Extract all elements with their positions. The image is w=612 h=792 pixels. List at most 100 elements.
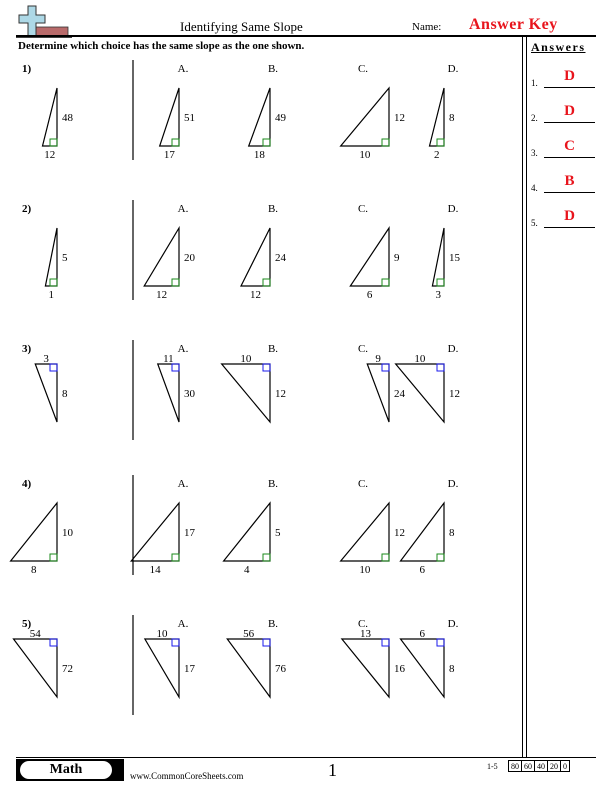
choice-letter: D.: [448, 618, 459, 630]
triangle: [44, 227, 58, 287]
triangle: [349, 226, 390, 287]
problem-number: 3): [22, 343, 32, 355]
right-angle-mark: [49, 278, 58, 287]
right-angle-mark: [171, 138, 180, 147]
triangle: [129, 501, 180, 562]
triangle: [240, 227, 271, 287]
problems-area: 1)1248A.1751B.1849C.1012D.282)15A.1220B.…: [9, 60, 461, 715]
right-angle-mark: [49, 553, 58, 562]
right-angle-mark: [381, 363, 390, 372]
rise-label: 24: [394, 388, 406, 400]
problem-number: 1): [22, 63, 32, 75]
choice-letter: A.: [178, 618, 189, 630]
right-angle-mark: [262, 138, 271, 147]
run-label: 1: [48, 289, 54, 301]
choice-letter: D.: [448, 343, 459, 355]
website-label: www.CommonCoreSheets.com: [130, 771, 244, 781]
rise-label: 17: [184, 663, 196, 675]
choice-letter: B.: [268, 618, 278, 630]
choice-letter: A.: [178, 343, 189, 355]
score-cell: 0: [560, 760, 570, 772]
triangle: [247, 87, 271, 147]
right-angle-mark: [381, 278, 390, 287]
run-label: 13: [360, 628, 372, 640]
rise-label: 8: [449, 112, 455, 124]
rise-label: 5: [275, 527, 281, 539]
rise-label: 24: [275, 252, 287, 264]
rise-label: 12: [275, 388, 286, 400]
run-label: 6: [420, 564, 426, 576]
right-angle-mark: [436, 138, 445, 147]
run-label: 54: [30, 628, 42, 640]
run-label: 12: [250, 289, 261, 301]
rise-label: 10: [62, 527, 74, 539]
choice-letter: C.: [358, 478, 368, 490]
right-angle-mark: [381, 638, 390, 647]
score-cell: 80: [508, 760, 522, 772]
score-table: 80 60 40 20 0: [508, 760, 570, 772]
run-label: 6: [367, 289, 373, 301]
footer-divider: [16, 757, 596, 758]
right-angle-mark: [436, 278, 445, 287]
triangle: [399, 638, 445, 699]
run-label: 2: [434, 149, 440, 161]
choice-letter: C.: [358, 63, 368, 75]
run-label: 8: [31, 564, 37, 576]
choice-letter: C.: [358, 203, 368, 215]
run-label: 12: [44, 149, 55, 161]
triangle: [143, 225, 180, 287]
triangle: [222, 501, 271, 562]
rise-label: 9: [394, 252, 400, 264]
score-range: 1-5: [487, 762, 498, 771]
triangle: [366, 363, 390, 423]
choice-letter: B.: [268, 63, 278, 75]
subject-label: Math: [20, 761, 112, 779]
triangle: [431, 227, 445, 287]
run-label: 11: [163, 353, 174, 365]
right-angle-mark: [49, 638, 58, 647]
rise-label: 72: [62, 663, 73, 675]
rise-label: 20: [184, 252, 196, 264]
choice-letter: A.: [178, 203, 189, 215]
triangle: [428, 87, 445, 147]
run-label: 3: [43, 353, 49, 365]
rise-label: 51: [184, 112, 195, 124]
rise-label: 12: [394, 112, 405, 124]
right-angle-mark: [262, 638, 271, 647]
triangle: [143, 638, 180, 700]
right-angle-mark: [171, 638, 180, 647]
choice-letter: B.: [268, 478, 278, 490]
triangle: [156, 363, 180, 423]
rise-label: 8: [449, 663, 455, 675]
right-angle-mark: [171, 363, 180, 372]
run-label: 12: [156, 289, 167, 301]
choice-letter: D.: [448, 203, 459, 215]
rise-label: 5: [62, 252, 68, 264]
right-angle-mark: [436, 553, 445, 562]
run-label: 17: [164, 149, 176, 161]
rise-label: 8: [449, 527, 455, 539]
right-angle-mark: [171, 278, 180, 287]
right-angle-mark: [49, 363, 58, 372]
run-label: 10: [359, 149, 371, 161]
triangle: [399, 501, 445, 562]
run-label: 14: [150, 564, 162, 576]
rise-label: 48: [62, 112, 74, 124]
choice-letter: B.: [268, 203, 278, 215]
triangle: [339, 86, 390, 147]
choice-letter: D.: [448, 63, 459, 75]
triangle: [34, 363, 58, 423]
rise-label: 76: [275, 663, 287, 675]
triangle: [158, 87, 180, 147]
right-angle-mark: [262, 363, 271, 372]
triangle: [220, 363, 271, 424]
page-number: 1: [328, 760, 337, 780]
right-angle-mark: [262, 278, 271, 287]
problem-number: 2): [22, 203, 32, 215]
rise-label: 8: [62, 388, 68, 400]
run-label: 4: [244, 564, 250, 576]
problem-number: 4): [22, 478, 32, 490]
run-label: 10: [359, 564, 371, 576]
choice-letter: D.: [448, 478, 459, 490]
run-label: 10: [414, 353, 426, 365]
